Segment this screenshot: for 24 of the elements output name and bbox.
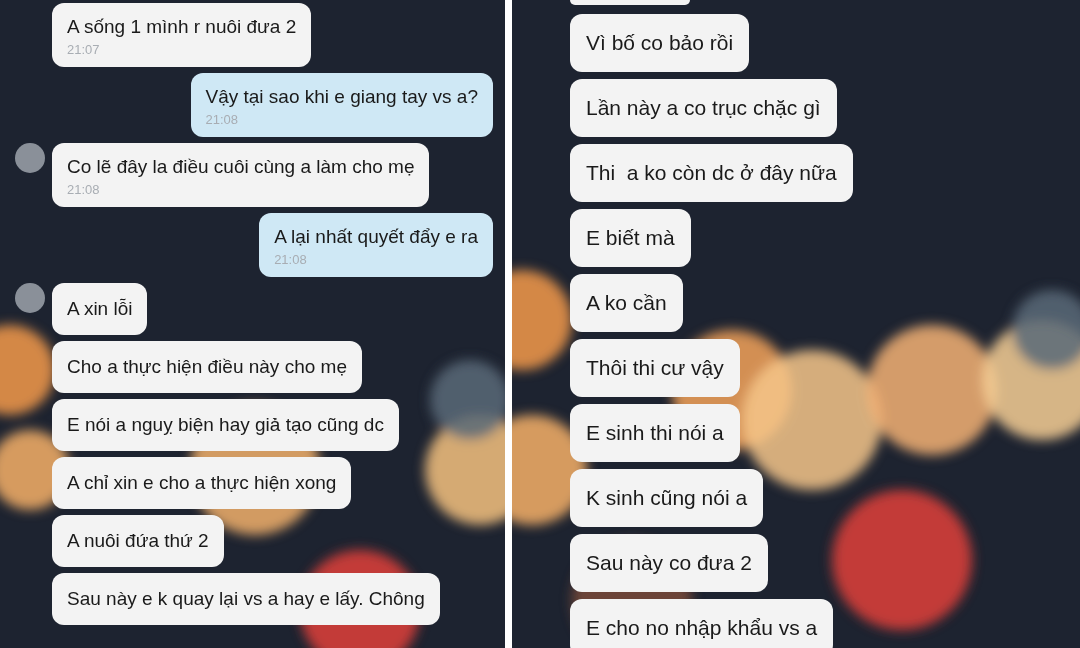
message-text: Thi a ko còn dc ở đây nữa — [586, 160, 837, 186]
message-text: A sống 1 mình r nuôi đưa 2 — [67, 15, 297, 39]
message-text: E cho no nhập khẩu vs a — [586, 615, 818, 641]
message-text: Thôi thi cư vậy — [586, 355, 724, 381]
message-text: A lại nhất quyết đẩy e ra — [274, 225, 478, 249]
message-text: E sinh thi nói a — [586, 420, 724, 446]
message-text: K sinh cũng nói a — [586, 485, 748, 511]
message-time: 21:07 — [67, 41, 101, 59]
message-text: Vậy tại sao khi e giang tay vs a? — [205, 85, 478, 109]
message-text: E biết mà — [586, 225, 675, 251]
message-text: Lần này a co trục chặc gì — [586, 95, 821, 121]
message-time: 21:08 — [205, 111, 240, 129]
message-text: Sau này e k quay lại vs a hay e lấy. Chông — [67, 587, 425, 611]
message-text: Cho a thực hiện điều này cho mẹ — [67, 355, 347, 379]
message-time: 21:08 — [67, 181, 101, 199]
message-text: A chỉ xin e cho a thực hiện xong — [67, 471, 337, 495]
message-text: Vì bố co bảo rồi — [586, 30, 734, 56]
message-text: Co lẽ đây la điều cuôi cùng a làm cho mẹ — [67, 155, 415, 179]
message-time: 21:08 — [274, 251, 308, 269]
message-text: E nói a nguỵ biện hay giả tạo cũng dc — [67, 413, 384, 437]
message-text: A ko cần — [586, 290, 667, 316]
message-text: A xin lỗi — [67, 297, 133, 321]
message-text: A nuôi đứa thứ 2 — [67, 529, 209, 553]
message-text: Sau này co đưa 2 — [586, 550, 752, 576]
